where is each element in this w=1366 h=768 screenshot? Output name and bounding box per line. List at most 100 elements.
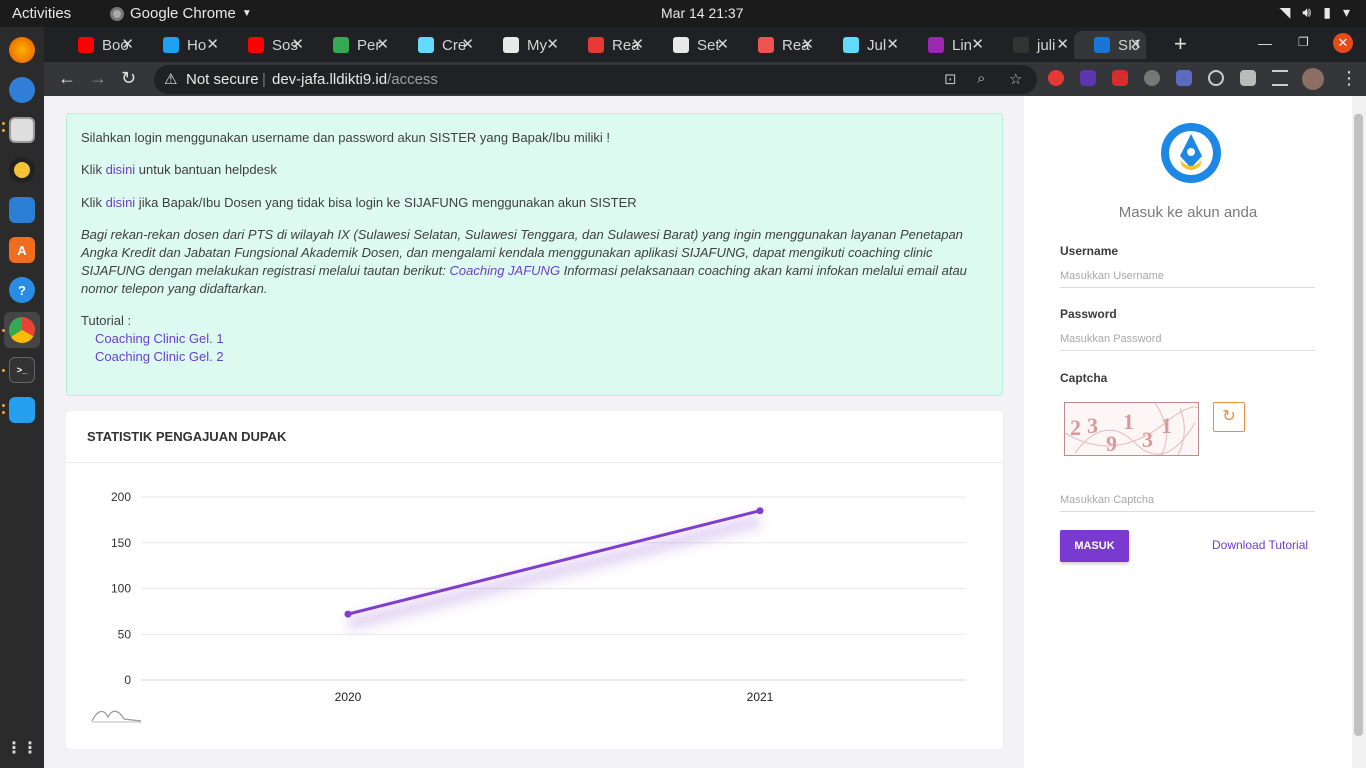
refresh-icon: ↻ <box>1222 408 1236 425</box>
tutorial-link-1[interactable]: Coaching Clinic Gel. 1 <box>95 331 224 346</box>
tab-close-icon[interactable]: ✕ <box>631 35 644 53</box>
browser-toolbar: ← → ↻ ⚠ Not secure | dev-jafa.lldikti9.i… <box>44 62 1366 96</box>
software-center-icon[interactable]: A <box>9 237 35 263</box>
browser-tab[interactable]: Sos ✕ <box>228 31 308 59</box>
url-host: dev-jafa.lldikti9.id <box>272 71 388 88</box>
translate-icon[interactable]: ⊡ <box>944 70 957 88</box>
extension-hand-icon[interactable] <box>1048 70 1064 86</box>
system-top-bar: Activities Google Chrome ▼ Mar 14 21:37 … <box>0 0 1366 27</box>
chrome-menu-icon[interactable]: ⋮ <box>1340 68 1358 89</box>
captcha-char: 9 <box>1106 431 1117 456</box>
extension-purple-icon[interactable] <box>1080 70 1096 86</box>
running-indicator <box>2 329 5 332</box>
dock: A ? >_ ⋮⋮ <box>0 27 44 768</box>
browser-tab[interactable]: Rea ✕ <box>738 31 818 59</box>
reload-icon[interactable]: ↻ <box>121 68 136 89</box>
vscode-icon[interactable] <box>9 397 35 423</box>
browser-tab[interactable]: juli ✕ <box>993 31 1073 59</box>
tab-close-icon[interactable]: ✕ <box>206 35 219 53</box>
tab-close-icon[interactable]: ✕ <box>971 35 984 53</box>
browser-tab[interactable]: Jul ✕ <box>823 31 903 59</box>
tab-close-icon[interactable]: ✕ <box>376 35 389 53</box>
tab-close-icon[interactable]: ✕ <box>1056 35 1069 53</box>
x-tick-label: 2021 <box>747 690 774 704</box>
extension-red-icon[interactable] <box>1112 70 1128 86</box>
tab-close-icon[interactable]: ✕ <box>121 35 134 53</box>
extension-gear-icon[interactable] <box>1144 70 1160 86</box>
browser-tab[interactable]: Rea ✕ <box>568 31 648 59</box>
rhythmbox-icon[interactable] <box>9 157 35 183</box>
thunderbird-icon[interactable] <box>9 77 35 103</box>
browser-tab[interactable]: Ho ✕ <box>143 31 223 59</box>
page-scrollbar[interactable] <box>1352 96 1366 768</box>
extensions-puzzle-icon[interactable] <box>1240 70 1256 86</box>
chrome-icon[interactable] <box>9 317 35 343</box>
tab-title: Jul <box>867 36 887 54</box>
tab-close-icon[interactable]: ✕ <box>291 35 304 53</box>
login-submit-button[interactable]: MASUK <box>1060 530 1129 562</box>
captcha-char: 1 <box>1123 409 1134 434</box>
nonsister-login-link[interactable]: disini <box>106 195 136 210</box>
extension-react-icon[interactable] <box>1208 70 1224 86</box>
captcha-input[interactable] <box>1060 488 1315 512</box>
zoom-icon[interactable]: ⌕ <box>977 70 985 87</box>
browser-tab[interactable]: Cre ✕ <box>398 31 478 59</box>
data-point[interactable] <box>344 610 352 618</box>
browser-tab[interactable]: Set ✕ <box>653 31 733 59</box>
help-icon[interactable]: ? <box>9 277 35 303</box>
username-input[interactable] <box>1060 264 1315 288</box>
notice-text: untuk bantuan helpdesk <box>135 162 277 177</box>
password-input[interactable] <box>1060 327 1315 351</box>
files-icon[interactable] <box>9 117 35 143</box>
data-point[interactable] <box>756 507 764 515</box>
maximize-button[interactable]: ❐ <box>1298 35 1309 49</box>
extension-screen-icon[interactable] <box>1176 70 1192 86</box>
profile-avatar[interactable] <box>1302 68 1324 90</box>
bookmark-star-icon[interactable]: ☆ <box>1009 70 1022 88</box>
firefox-icon[interactable] <box>9 37 35 63</box>
forward-icon[interactable]: → <box>89 68 107 89</box>
helpdesk-link[interactable]: disini <box>106 162 136 177</box>
tab-favicon-icon <box>418 37 434 53</box>
writer-icon[interactable] <box>9 197 35 223</box>
browser-tab[interactable]: Lin ✕ <box>908 31 988 59</box>
system-tray[interactable]: ◥ 🔊︎ ▮ ▾ <box>1280 4 1350 21</box>
statistics-card: STATISTIK PENGAJUAN DUPAK 200 150 100 50 0 2… <box>66 411 1003 749</box>
toolbar-zoom-icon[interactable] <box>91 710 142 722</box>
tutorial-link-2[interactable]: Coaching Clinic Gel. 2 <box>95 349 224 364</box>
tab-favicon-icon <box>673 37 689 53</box>
tab-close-icon[interactable]: ✕ <box>546 35 559 53</box>
tab-close-icon[interactable]: ✕ <box>461 35 474 53</box>
tab-close-icon[interactable]: ✕ <box>886 35 899 53</box>
tab-close-icon[interactable]: ✕ <box>716 35 729 53</box>
running-indicator <box>2 404 5 407</box>
y-tick-label: 150 <box>111 536 131 550</box>
captcha-char: 1 <box>1161 413 1172 438</box>
terminal-icon[interactable]: >_ <box>9 357 35 383</box>
browser-tab[interactable]: My ✕ <box>483 31 563 59</box>
refresh-captcha-button[interactable]: ↻ <box>1213 402 1245 432</box>
tab-strip: Boo ✕ Ho ✕ Sos ✕ Per ✕ Cre ✕ My ✕ Rea ✕ Set ✕ Rea ✕ Jul ✕ Li… <box>44 27 1366 62</box>
close-window-button[interactable]: ✕ <box>1333 33 1353 53</box>
new-tab-button[interactable]: + <box>1174 31 1187 57</box>
tab-close-icon[interactable]: ✕ <box>801 35 814 53</box>
scrollbar-thumb[interactable] <box>1354 114 1363 736</box>
download-tutorial-link[interactable]: Download Tutorial <box>1212 538 1308 552</box>
tab-favicon-icon <box>758 37 774 53</box>
minimize-button[interactable]: — <box>1258 35 1272 51</box>
address-bar[interactable]: ⚠ Not secure | dev-jafa.lldikti9.id/acce… <box>154 65 1037 94</box>
captcha-char: 3 <box>1087 413 1098 438</box>
activities-button[interactable]: Activities <box>12 5 71 22</box>
browser-tab[interactable]: Boo ✕ <box>58 31 138 59</box>
coaching-jafung-link[interactable]: Coaching JAFUNG <box>450 263 561 278</box>
tab-close-icon[interactable]: ✕ <box>1129 35 1142 53</box>
page-content: Silahkan login menggunakan username dan … <box>44 96 1352 768</box>
reading-list-icon[interactable] <box>1272 70 1288 86</box>
clock[interactable]: Mar 14 21:37 <box>661 5 744 21</box>
username-label: Username <box>1060 244 1119 258</box>
apps-grid-icon[interactable]: ⋮⋮ <box>6 735 38 761</box>
back-icon[interactable]: ← <box>58 68 76 89</box>
browser-tab[interactable]: Per ✕ <box>313 31 393 59</box>
app-menu[interactable]: Google Chrome ▼ <box>110 5 252 22</box>
browser-tab[interactable]: SIJ ✕ <box>1074 31 1146 59</box>
